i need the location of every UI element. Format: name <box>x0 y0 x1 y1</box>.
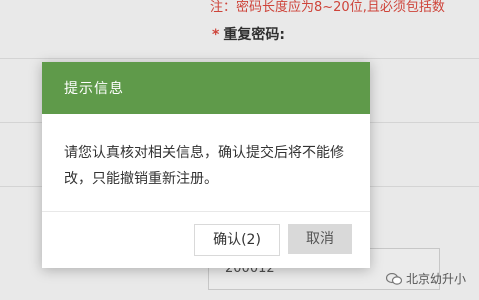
dialog-title: 提示信息 <box>64 81 124 97</box>
cancel-button[interactable]: 取消 <box>288 224 352 254</box>
watermark-text: 北京幼升小 <box>406 272 467 286</box>
dialog-header: 提示信息 <box>42 62 370 114</box>
watermark: 北京幼升小 <box>386 270 466 287</box>
confirm-button[interactable]: 确认(2) <box>194 224 280 256</box>
wechat-icon <box>386 272 402 285</box>
dialog-message: 请您认真核对相关信息，确认提交后将不能修改，只能撤销重新注册。 <box>64 145 344 187</box>
confirm-dialog: 提示信息 请您认真核对相关信息，确认提交后将不能修改，只能撤销重新注册。 确认(… <box>42 62 370 268</box>
dialog-footer: 确认(2) 取消 <box>42 211 370 268</box>
